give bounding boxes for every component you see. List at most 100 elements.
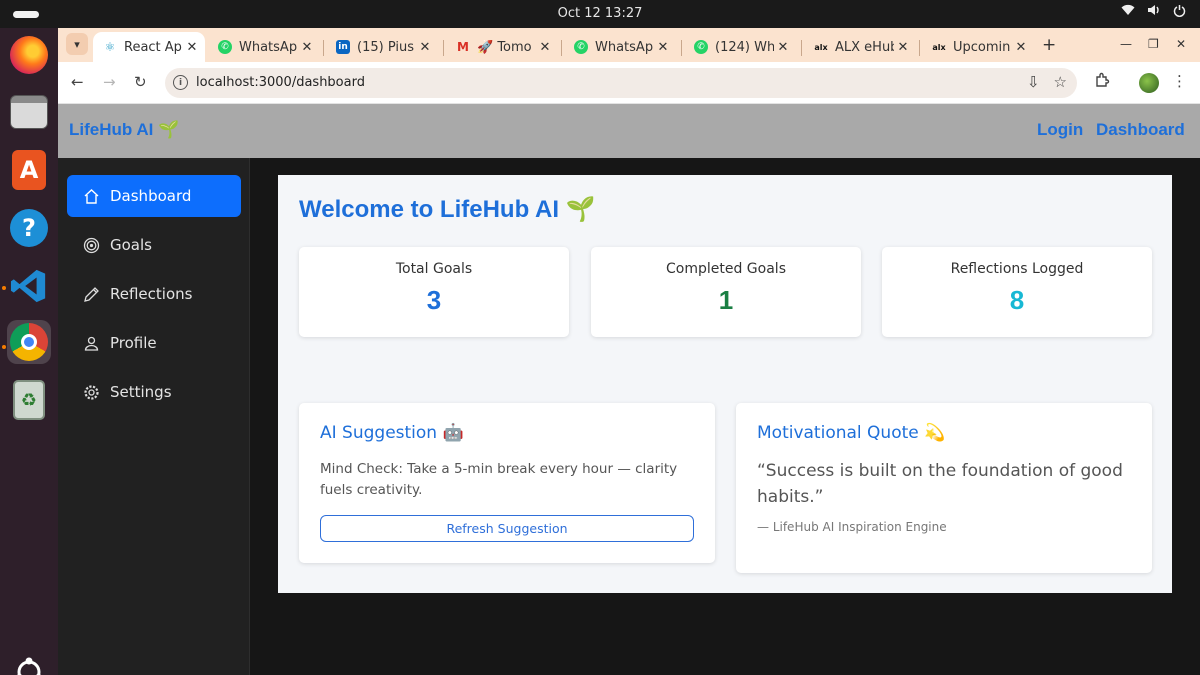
power-icon — [1173, 4, 1186, 21]
dock-firefox[interactable] — [7, 33, 51, 77]
dock-trash[interactable]: ♻ — [7, 378, 51, 422]
tab-close-button[interactable]: ✕ — [416, 40, 434, 55]
quote-text: “Success is built on the foundation of g… — [757, 461, 1123, 507]
dock-files[interactable] — [7, 90, 51, 134]
sidebar-item-profile[interactable]: Profile — [67, 322, 241, 364]
app-sidebar: Dashboard Goals Reflections Profile Sett… — [58, 158, 250, 675]
nav-dashboard-link[interactable]: Dashboard — [1096, 120, 1185, 140]
browser-tab[interactable]: alx ALX eHub ✕ — [804, 32, 916, 62]
browser-tab[interactable]: alx Upcomin ✕ — [922, 32, 1034, 62]
browser-menu-icon[interactable]: ⋮ — [1172, 72, 1187, 90]
gear-icon — [84, 384, 99, 400]
whatsapp-icon: ✆ — [218, 40, 232, 54]
system-tray[interactable] — [1121, 4, 1186, 21]
dock-chrome[interactable] — [7, 320, 51, 364]
stat-card-completed-goals: Completed Goals 1 — [591, 247, 861, 337]
browser-tab[interactable]: ✆ (124) Wh ✕ — [684, 32, 796, 62]
linkedin-icon: in — [336, 40, 350, 54]
trash-icon: ♻ — [13, 380, 45, 420]
tab-separator — [681, 40, 682, 56]
browser-tab[interactable]: ✆ WhatsApp✕ — [564, 32, 676, 62]
sidebar-item-dashboard[interactable]: Dashboard — [67, 175, 241, 217]
dock-app-center[interactable]: A — [7, 148, 51, 192]
browser-tab[interactable]: ⚛ React App✕ — [93, 32, 205, 62]
tab-title: ALX eHub — [835, 39, 894, 55]
stat-value: 3 — [426, 285, 442, 315]
card-title: Motivational Quote 💫 — [757, 423, 946, 443]
address-bar[interactable]: i localhost:3000/dashboard ⇩ ☆ — [165, 68, 1077, 98]
whatsapp-icon: ✆ — [694, 40, 708, 54]
window-close-button[interactable]: ✕ — [1176, 37, 1186, 51]
tab-close-button[interactable]: ✕ — [654, 40, 672, 55]
quote-source: — LifeHub AI Inspiration Engine — [757, 520, 947, 534]
alx-icon: alx — [932, 42, 946, 52]
tab-close-button[interactable]: ✕ — [774, 40, 792, 55]
sidebar-item-label: Profile — [110, 334, 157, 352]
sidebar-item-goals[interactable]: Goals — [67, 224, 241, 266]
url-text[interactable]: localhost:3000/dashboard — [196, 75, 365, 90]
browser-tab[interactable]: in (15) Pius ✕ — [326, 32, 438, 62]
back-button[interactable]: ← — [71, 73, 84, 91]
show-apps-icon[interactable] — [13, 656, 45, 675]
refresh-suggestion-button[interactable]: Refresh Suggestion — [320, 515, 694, 542]
tab-close-button[interactable]: ✕ — [183, 40, 201, 55]
gmail-icon: M — [457, 40, 469, 54]
tab-title: WhatsApp — [595, 39, 654, 55]
home-icon — [84, 188, 99, 204]
os-top-bar: Oct 12 13:27 — [0, 0, 1200, 28]
tab-separator — [919, 40, 920, 56]
sidebar-item-label: Goals — [110, 236, 152, 254]
tab-separator — [561, 40, 562, 56]
whatsapp-icon: ✆ — [574, 40, 588, 54]
tab-close-button[interactable]: ✕ — [536, 40, 554, 55]
dashboard-panel: Welcome to LifeHub AI 🌱 Total Goals 3 Co… — [278, 175, 1172, 593]
tab-close-button[interactable]: ✕ — [1012, 40, 1030, 55]
sidebar-item-settings[interactable]: Settings — [67, 371, 241, 413]
app-brand[interactable]: LifeHub AI 🌱 — [69, 120, 179, 140]
dock-vscode[interactable] — [7, 264, 51, 308]
stat-label: Total Goals — [395, 261, 473, 277]
tab-separator — [801, 40, 802, 56]
tab-close-button[interactable]: ✕ — [298, 40, 316, 55]
tab-title: 🚀 Tomo — [477, 39, 532, 55]
card-title: AI Suggestion 🤖 — [320, 423, 464, 443]
sidebar-item-reflections[interactable]: Reflections — [67, 273, 241, 315]
tab-separator — [443, 40, 444, 56]
vscode-icon — [10, 269, 46, 303]
new-tab-button[interactable]: + — [1042, 35, 1056, 55]
nav-login-link[interactable]: Login — [1037, 120, 1083, 140]
running-indicator — [2, 286, 6, 290]
sidebar-item-label: Settings — [110, 383, 172, 401]
ubuntu-dock: A ? ♻ — [0, 28, 58, 675]
page-title: Welcome to LifeHub AI 🌱 — [299, 196, 596, 223]
tab-search-button[interactable]: ▾ — [66, 33, 88, 55]
pencil-icon — [84, 286, 99, 302]
volume-icon — [1147, 4, 1161, 21]
forward-button[interactable]: → — [103, 73, 116, 91]
extensions-icon[interactable] — [1094, 72, 1110, 92]
browser-tab-strip: ▾ ⚛React App✕✆WhatsApp✕in(15) Pius✕M🚀 To… — [58, 28, 1200, 62]
bookmark-star-icon[interactable]: ☆ — [1054, 73, 1067, 91]
browser-tab[interactable]: ✆ WhatsApp✕ — [208, 32, 320, 62]
tab-close-button[interactable]: ✕ — [894, 40, 912, 55]
browser-tab[interactable]: M 🚀 Tomo ✕ — [446, 32, 558, 62]
reload-button[interactable]: ↻ — [134, 73, 147, 91]
restore-button[interactable]: ❐ — [1148, 37, 1159, 51]
site-info-icon[interactable]: i — [173, 75, 188, 90]
minimize-button[interactable]: — — [1120, 37, 1132, 51]
help-icon: ? — [10, 209, 48, 247]
dock-help[interactable]: ? — [7, 206, 51, 250]
chrome-icon — [10, 323, 48, 361]
sidebar-item-label: Dashboard — [110, 187, 192, 205]
tab-title: (15) Pius — [357, 39, 414, 55]
install-app-icon[interactable]: ⇩ — [1027, 73, 1040, 91]
react-icon: ⚛ — [104, 40, 116, 54]
profile-avatar[interactable] — [1139, 73, 1159, 93]
alx-icon: alx — [814, 42, 828, 52]
system-clock[interactable]: Oct 12 13:27 — [0, 6, 1200, 21]
stat-value: 1 — [718, 285, 734, 315]
user-icon — [84, 336, 99, 351]
wifi-icon — [1121, 4, 1135, 21]
running-indicator — [2, 345, 6, 349]
tab-title: React App — [124, 39, 183, 55]
